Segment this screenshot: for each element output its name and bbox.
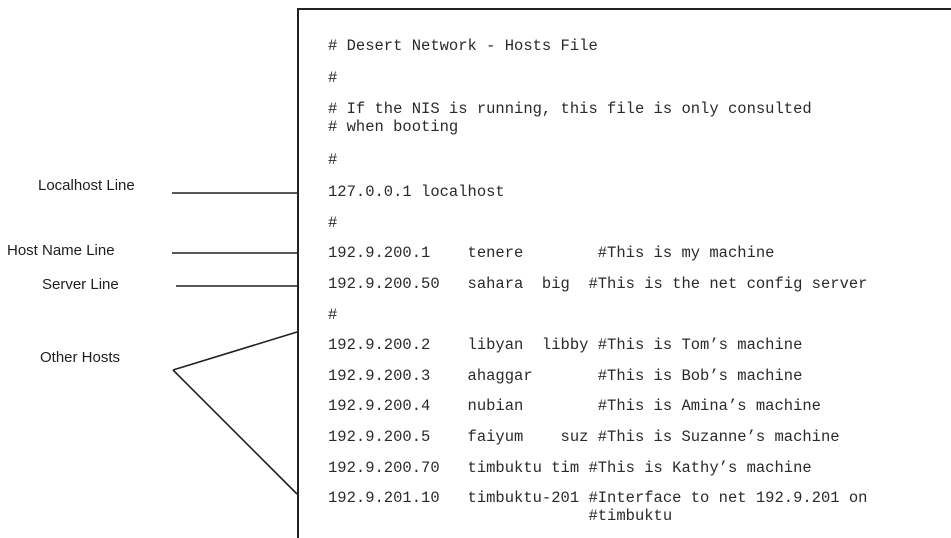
callout-leader-lines [172,192,298,495]
other-hosts-lower-line [172,369,298,495]
other-hosts-upper-line [172,331,298,371]
hosts-file-diagram: # Desert Network - Hosts File # # If the… [0,0,951,538]
